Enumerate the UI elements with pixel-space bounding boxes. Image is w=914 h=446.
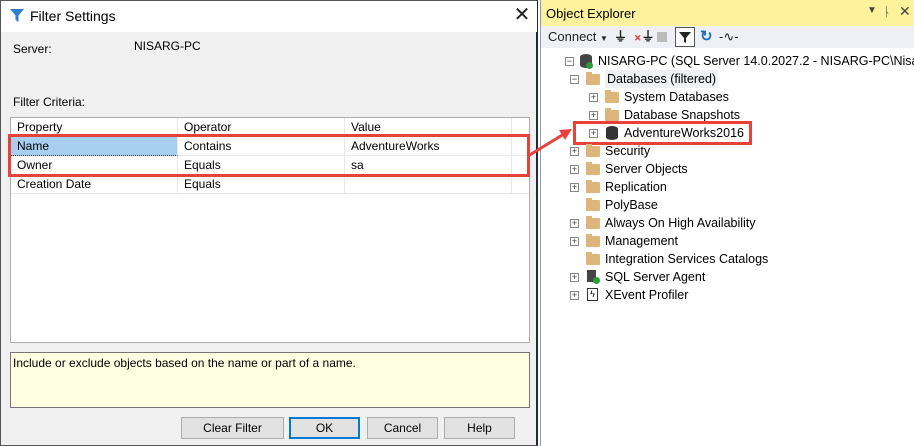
tree-node-label: Server Objects <box>605 162 688 176</box>
help-button[interactable]: Help <box>444 417 515 439</box>
dropdown-icon[interactable]: ▼ <box>867 5 877 16</box>
tree-node-label: Integration Services Catalogs <box>605 252 769 266</box>
operator-cell[interactable]: Equals <box>178 175 345 194</box>
folder-icon <box>586 180 600 193</box>
tree-node-label: PolyBase <box>605 198 658 212</box>
highlight-box-database <box>573 121 752 145</box>
folder-icon <box>586 198 600 211</box>
highlight-arrow <box>527 129 572 158</box>
folder-icon <box>586 72 600 85</box>
value-cell[interactable] <box>345 175 512 194</box>
folder-icon <box>586 234 600 247</box>
folder-icon <box>586 216 600 229</box>
table-row[interactable]: Creation Date Equals <box>11 175 529 194</box>
tree-node-label: Management <box>605 234 678 248</box>
expand-icon[interactable]: + <box>570 183 579 192</box>
connect-plug-icon[interactable]: ⏚ <box>614 26 627 48</box>
tree-node-label: Security <box>605 144 651 158</box>
close-icon[interactable]: ✕ <box>899 3 911 20</box>
tree-node-server[interactable]: − NISARG-PC (SQL Server 14.0.2027.2 - NI… <box>541 52 914 70</box>
expand-icon[interactable]: + <box>570 165 579 174</box>
object-explorer-title-bar: Object Explorer ▼ ᚿ ✕ <box>541 0 914 26</box>
disconnect-icon[interactable]: ✕⏚ <box>634 26 655 48</box>
folder-icon <box>586 252 600 265</box>
folder-icon <box>586 162 600 175</box>
profiler-icon: ϟ <box>587 288 598 301</box>
dialog-title: Filter Settings <box>30 8 116 24</box>
filter-settings-dialog: Filter Settings ✕ Server: NISARG-PC Filt… <box>0 0 538 446</box>
server-label: Server: <box>13 42 52 56</box>
running-status-icon <box>593 277 600 284</box>
property-cell[interactable]: Creation Date <box>11 175 178 194</box>
tree-node-label: Always On High Availability <box>605 216 756 230</box>
tree-node-label: XEvent Profiler <box>605 288 689 302</box>
activity-monitor-icon[interactable]: -∿- <box>719 26 739 48</box>
filter-icon <box>10 9 24 22</box>
filter-button[interactable] <box>675 27 695 47</box>
expand-icon[interactable]: + <box>570 219 579 228</box>
filter-criteria-label: Filter Criteria: <box>13 95 86 109</box>
expand-icon[interactable]: + <box>570 237 579 246</box>
expand-icon[interactable]: + <box>570 273 579 282</box>
description-panel: Include or exclude objects based on the … <box>10 352 530 408</box>
stop-icon[interactable] <box>657 32 667 42</box>
connect-button[interactable]: Connect ▼ <box>548 26 608 48</box>
refresh-icon[interactable]: ↻ <box>700 26 713 48</box>
clear-filter-button[interactable]: Clear Filter <box>181 417 284 439</box>
expand-icon[interactable]: + <box>589 93 598 102</box>
pin-icon[interactable]: ᚿ <box>883 4 891 19</box>
folder-icon <box>605 108 619 121</box>
tree-node-label: SQL Server Agent <box>605 270 706 284</box>
tree-node-label: NISARG-PC (SQL Server 14.0.2027.2 - NISA… <box>598 54 914 68</box>
tree-node-label: Databases (filtered) <box>605 70 719 88</box>
ok-button[interactable]: OK <box>289 417 360 439</box>
filter-icon <box>679 32 691 43</box>
tree-node-label: System Databases <box>624 90 729 104</box>
collapse-icon[interactable]: − <box>565 57 574 66</box>
dialog-title-bar: Filter Settings ✕ <box>1 1 537 32</box>
highlight-box-filter-rows <box>8 134 530 177</box>
cancel-button[interactable]: Cancel <box>367 417 438 439</box>
server-value: NISARG-PC <box>134 39 201 53</box>
close-icon[interactable]: ✕ <box>511 4 533 26</box>
expand-icon[interactable]: + <box>570 291 579 300</box>
object-explorer-toolbar: Connect ▼ ⏚ ✕⏚ ↻ -∿- <box>541 26 914 48</box>
folder-icon <box>605 90 619 103</box>
tree-node-databases[interactable]: − Databases (filtered) <box>541 70 914 88</box>
running-status-icon <box>586 62 593 69</box>
connect-label: Connect <box>548 29 597 44</box>
folder-icon <box>586 144 600 157</box>
tree-node-label: Replication <box>605 180 667 194</box>
object-explorer-title: Object Explorer <box>546 6 636 21</box>
expand-icon[interactable]: + <box>589 111 598 120</box>
object-explorer-panel: Object Explorer ▼ ᚿ ✕ Connect ▼ ⏚ ✕⏚ ↻ -… <box>540 0 914 446</box>
collapse-icon[interactable]: − <box>570 75 579 84</box>
